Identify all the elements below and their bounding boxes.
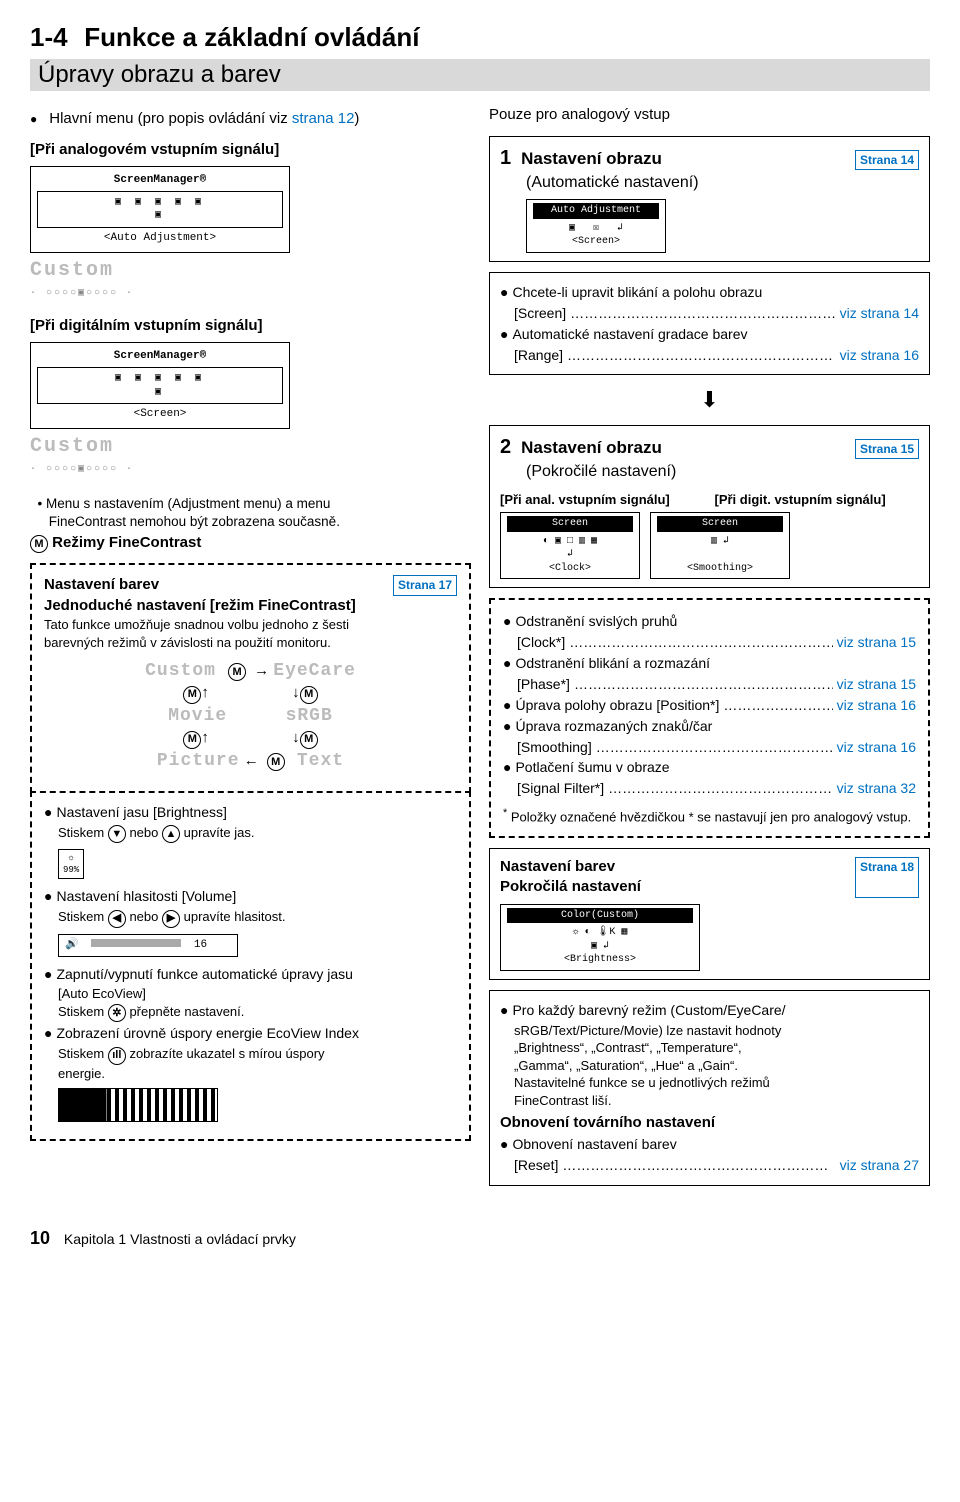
ecoview-auto-item: ● Zapnutí/vypnutí funkce automatické úpr…	[44, 965, 457, 984]
menu-note: • Menu s nastavením (Adjustment menu) a …	[30, 495, 471, 531]
volume-osd: 🔊 16	[58, 934, 238, 957]
link-page-16[interactable]: viz strana 16	[840, 346, 919, 365]
left-column: Hlavní menu (pro popis ovládání viz stra…	[30, 105, 471, 1196]
left-icon[interactable]: ◀	[108, 910, 126, 928]
custom-ghost-label-2: Custom	[30, 433, 471, 460]
up-icon[interactable]: ▲	[162, 825, 180, 843]
step1-box: 1 Nastavení obrazu Strana 14 (Automatick…	[489, 136, 930, 262]
signal-analog-label: [Při anal. vstupním signálu]	[500, 491, 705, 509]
osd-screen-smoothing: Screen ▥ ↲ <Smoothing>	[650, 512, 790, 579]
ecoview-index-item: ● Zobrazení úrovně úspory energie EcoVie…	[44, 1024, 457, 1043]
sun-icon[interactable]: ✲	[108, 1004, 126, 1022]
main-menu-line: Hlavní menu (pro popis ovládání viz stra…	[30, 109, 471, 129]
right-column: Pouze pro analogový vstup 1 Nastavení ob…	[489, 105, 930, 1196]
color-adv-title1: Nastavení barev	[500, 857, 641, 877]
color-adv-title2: Pokročilá nastavení	[500, 877, 641, 897]
osd-screen-clock: Screen ◐ ▣ □ ▥ ▦↲ <Clock>	[500, 512, 640, 579]
color-advanced-detail-box: ● Pro každý barevný režim (Custom/EyeCar…	[489, 990, 930, 1187]
right-icon[interactable]: ▶	[162, 910, 180, 928]
down-icon[interactable]: ▼	[108, 825, 126, 843]
color-advanced-box: Nastavení barev Pokročilá nastavení Stra…	[489, 848, 930, 980]
step1-detail-box: ● Chcete-li upravit blikání a polohu obr…	[489, 272, 930, 376]
factory-reset-heading: Obnovení továrního nastavení	[500, 1113, 919, 1133]
osd-auto-adjustment: Auto Adjustment ▣ ☒ ↲ <Screen>	[526, 199, 666, 253]
digital-signal-label: [Při digitálním vstupním signálu]	[30, 316, 471, 336]
osd-screenmanager-digital: ScreenManager® ▣ ▣ ▣ ▣ ▣▣ <Screen>	[30, 342, 290, 429]
section-number: 1-4	[30, 22, 68, 52]
brightness-volume-eco-box: ● Nastavení jasu [Brightness] Stiskem ▼ …	[30, 791, 471, 1141]
custom-ghost-label: Custom	[30, 257, 471, 284]
color-title: Nastavení barev	[44, 575, 159, 595]
step2-detail-box: ● Odstranění svislých pruhů [Clock*]viz …	[489, 598, 930, 838]
color-simple-box: Nastavení barev Strana 17 Jednoduché nas…	[30, 563, 471, 792]
link-page-32[interactable]: viz strana 32	[837, 779, 916, 798]
subsection-title: Úpravy obrazu a barev	[30, 59, 930, 91]
flow-arrow-icon: ⬇	[489, 385, 930, 415]
link-page-27[interactable]: viz strana 27	[840, 1156, 919, 1175]
page-footer: 10 Kapitola 1 Vlastnosti a ovládací prvk…	[30, 1226, 930, 1250]
bars-icon[interactable]: ıll	[108, 1047, 126, 1065]
brightness-item: ● Nastavení jasu [Brightness]	[44, 803, 457, 822]
link-page-12[interactable]: strana 12	[292, 110, 355, 127]
badge-page-18[interactable]: Strana 18	[855, 857, 919, 898]
link-page-16b[interactable]: viz strana 16	[837, 738, 916, 757]
link-page-15a[interactable]: viz strana 15	[837, 633, 916, 652]
badge-page-14[interactable]: Strana 14	[855, 150, 919, 170]
finecontrast-mode-diagram: Custom M→ EyeCare M↑ ↓M Movie sRGB M↑ ↓M…	[44, 659, 457, 773]
link-page-16a[interactable]: viz strana 16	[837, 696, 916, 715]
eco-index-gauge	[58, 1088, 218, 1122]
osd-screenmanager-analog: ScreenManager® ▣ ▣ ▣ ▣ ▣▣ <Auto Adjustme…	[30, 166, 290, 253]
step2-box: 2 Nastavení obrazu Strana 15 (Pokročilé …	[489, 425, 930, 588]
badge-page-17[interactable]: Strana 17	[393, 575, 457, 595]
m-icon: M	[30, 535, 48, 553]
analog-only-note: Pouze pro analogový vstup	[489, 105, 930, 125]
chapter-label: Kapitola 1 Vlastnosti a ovládací prvky	[64, 1231, 296, 1247]
link-page-14[interactable]: viz strana 14	[840, 304, 919, 323]
signal-digital-label: [Při digit. vstupním signálu]	[715, 491, 920, 509]
osd-color-custom: Color(Custom) ☼ ◐ 🌡K ▦▣ ↲ <Brightness>	[500, 904, 700, 971]
simple-mode-title: Jednoduché nastavení [režim FineContrast…	[44, 596, 457, 616]
analog-signal-label: [Při analogovém vstupním signálu]	[30, 140, 471, 160]
badge-page-15[interactable]: Strana 15	[855, 439, 919, 459]
volume-item: ● Nastavení hlasitosti [Volume]	[44, 887, 457, 906]
link-page-15b[interactable]: viz strana 15	[837, 675, 916, 694]
brightness-osd: ☼99%	[58, 849, 84, 879]
section-title: Funkce a základní ovládání	[84, 22, 419, 52]
section-header: 1-4 Funkce a základní ovládání	[30, 20, 930, 55]
finecontrast-modes-label: M Režimy FineContrast	[30, 533, 471, 553]
osd-icon-row: ▣ ▣ ▣ ▣ ▣▣	[37, 191, 283, 228]
page-number: 10	[30, 1228, 50, 1248]
